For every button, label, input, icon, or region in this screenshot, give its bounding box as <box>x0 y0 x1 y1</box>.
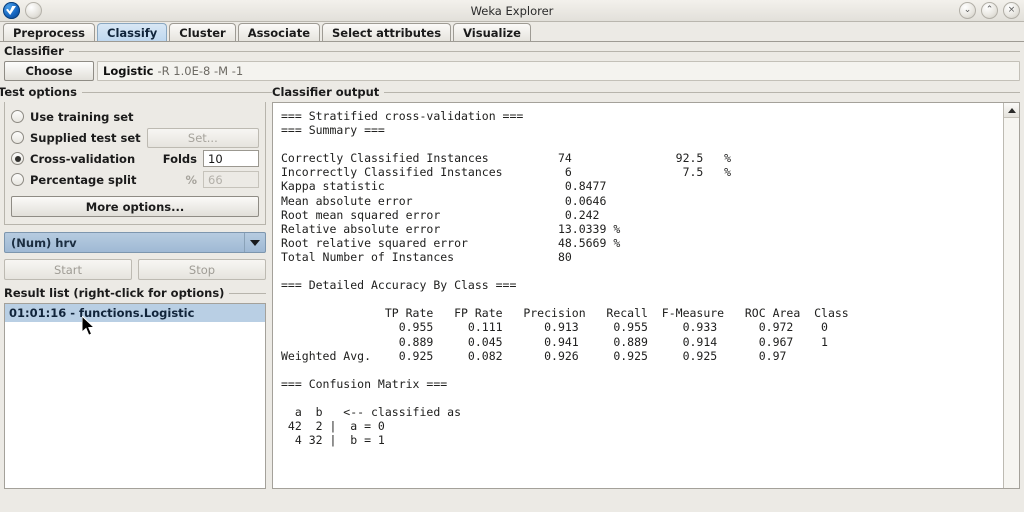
tab-cluster[interactable]: Cluster <box>169 23 236 41</box>
option-supplied-test-set[interactable]: Supplied test set Set... <box>11 127 259 148</box>
option-percentage-split[interactable]: Percentage split % 66 <box>11 169 259 190</box>
result-list-label: Result list (right-click for options) <box>4 286 225 300</box>
classifier-header-divider <box>68 50 1020 52</box>
weka-logo-icon <box>3 2 20 19</box>
label-supplied-test-set: Supplied test set <box>30 130 141 145</box>
tab-associate[interactable]: Associate <box>237 23 320 41</box>
minimize-button[interactable]: ⌄ <box>959 2 976 19</box>
classifier-scheme-field[interactable]: Logistic -R 1.0E-8 -M -1 <box>97 61 1020 81</box>
test-options-label: Test options <box>0 85 77 99</box>
percent-input[interactable]: 66 <box>203 171 259 188</box>
window-menu-icon[interactable] <box>25 2 42 19</box>
maximize-button[interactable]: ⌃ <box>981 2 998 19</box>
main-content: Test options Use training set Supplied t… <box>0 85 1024 489</box>
window-title: Weka Explorer <box>470 3 554 18</box>
title-bar-left <box>0 2 42 19</box>
class-attribute-select[interactable]: (Num) hrv <box>4 232 266 253</box>
classifier-output-area: === Stratified cross-validation === === … <box>272 102 1020 489</box>
classifier-output-header: Classifier output <box>272 85 1020 99</box>
result-list-header: Result list (right-click for options) <box>4 286 266 300</box>
label-use-training-set: Use training set <box>30 109 134 124</box>
weka-explorer-window: Weka Explorer ⌄ ⌃ × Preprocess Classify … <box>0 0 1024 512</box>
output-vertical-scrollbar[interactable] <box>1003 103 1019 488</box>
window-controls: ⌄ ⌃ × <box>959 2 1020 19</box>
folds-input[interactable]: 10 <box>203 150 259 167</box>
percent-label: % <box>185 172 197 187</box>
scrollbar-track[interactable] <box>1004 118 1019 488</box>
scroll-up-arrow-icon[interactable] <box>1004 103 1019 118</box>
class-attribute-value: (Num) hrv <box>11 235 77 250</box>
radio-percentage-split[interactable] <box>11 173 24 186</box>
stop-button[interactable]: Stop <box>138 259 266 280</box>
list-item[interactable]: 01:01:16 - functions.Logistic <box>5 304 265 322</box>
test-options-panel: Use training set Supplied test set Set..… <box>4 102 266 225</box>
tab-visualize[interactable]: Visualize <box>453 23 531 41</box>
test-options-header: Test options <box>0 85 272 99</box>
label-percentage-split: Percentage split <box>30 172 137 187</box>
option-cross-validation[interactable]: Cross-validation Folds 10 <box>11 148 259 169</box>
result-list-divider <box>229 292 266 294</box>
test-options-divider <box>81 91 272 93</box>
classifier-panel: Classifier Choose Logistic -R 1.0E-8 -M … <box>0 42 1024 85</box>
classifier-output-label: Classifier output <box>272 85 380 99</box>
run-controls: Start Stop <box>4 259 266 280</box>
classifier-section-header: Classifier <box>4 44 1020 58</box>
radio-cross-validation[interactable] <box>11 152 24 165</box>
classifier-chooser-row: Choose Logistic -R 1.0E-8 -M -1 <box>4 61 1020 81</box>
tab-classify[interactable]: Classify <box>97 23 168 41</box>
classifier-output-divider <box>384 91 1020 93</box>
radio-supplied-test-set[interactable] <box>11 131 24 144</box>
set-button[interactable]: Set... <box>146 127 259 148</box>
choose-button[interactable]: Choose <box>4 61 94 81</box>
classifier-scheme-name: Logistic <box>103 64 154 78</box>
classifier-section-label: Classifier <box>4 44 64 58</box>
classifier-scheme-args: -R 1.0E-8 -M -1 <box>157 64 244 78</box>
result-list[interactable]: 01:01:16 - functions.Logistic <box>4 303 266 489</box>
right-panel: Classifier output === Stratified cross-v… <box>272 85 1020 489</box>
classifier-output-text[interactable]: === Stratified cross-validation === === … <box>273 103 1003 488</box>
tab-select-attributes[interactable]: Select attributes <box>322 23 452 41</box>
label-cross-validation: Cross-validation <box>30 151 136 166</box>
more-options-button[interactable]: More options... <box>11 196 259 217</box>
chevron-down-icon[interactable] <box>244 233 265 252</box>
start-button[interactable]: Start <box>4 259 132 280</box>
folds-label: Folds <box>162 151 197 166</box>
radio-use-training-set[interactable] <box>11 110 24 123</box>
left-panel: Test options Use training set Supplied t… <box>0 85 272 489</box>
close-button[interactable]: × <box>1003 2 1020 19</box>
main-tab-bar: Preprocess Classify Cluster Associate Se… <box>0 22 1024 42</box>
option-use-training-set[interactable]: Use training set <box>11 106 259 127</box>
title-bar: Weka Explorer ⌄ ⌃ × <box>0 0 1024 22</box>
tab-preprocess[interactable]: Preprocess <box>3 23 96 41</box>
